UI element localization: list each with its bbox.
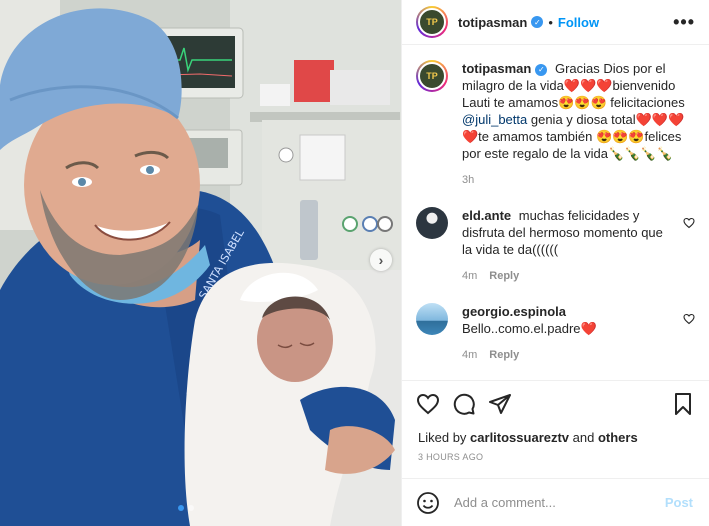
avatar-image: TP [418,62,446,90]
caption-meta: 3h [462,172,695,189]
emoji-icon[interactable] [416,491,440,515]
carousel-dot [188,505,194,511]
commenter-avatar[interactable] [416,303,448,335]
liked-by-user-link[interactable]: carlitossuareztv [470,430,569,445]
comment-time[interactable]: 4m [462,347,477,364]
caption-avatar[interactable]: TP [416,60,448,92]
post-actions-bar [402,380,709,426]
likes-prefix: Liked by [418,430,471,445]
post-timestamp[interactable]: 3 HOURS AGO [418,452,483,462]
avatar[interactable]: TP [416,6,448,38]
post-comment-button[interactable]: Post [665,495,693,510]
liked-by-others-link[interactable]: others [598,430,638,445]
caption-username[interactable]: totipasman [462,61,531,76]
comment-username[interactable]: eld.ante [462,208,511,223]
carousel-dot-active [178,505,184,511]
likes-and: and [569,430,598,445]
next-photo-button[interactable]: › [370,249,392,271]
comment-input[interactable] [454,495,665,510]
reply-button[interactable]: Reply [489,268,519,285]
comment-meta: 4m Reply [462,347,673,364]
comment-username[interactable]: georgio.espinola [462,304,566,319]
caption: TP totipasman ✓ Gracias Dios por el milag… [416,60,695,189]
header-separator: • [548,14,553,30]
next-arrow-icon: › [378,252,384,268]
comment-item: eld.ante muchas felicidades y disfruta d… [416,207,695,285]
comment-item: georgio.espinola Bello..como.el.padre❤️ … [416,303,695,364]
comment-icon[interactable] [452,392,476,416]
carousel-indicator [178,505,194,511]
comments-list[interactable]: TP totipasman ✓ Gracias Dios por el milag… [402,46,709,378]
commenter-avatar[interactable] [416,207,448,239]
caption-time[interactable]: 3h [462,172,474,189]
likes-summary: Liked by carlitossuareztv and others [418,430,638,445]
like-comment-heart-icon[interactable] [683,217,695,229]
verified-icon: ✓ [531,16,544,28]
comment-meta: 4m Reply [462,268,673,285]
avatar-image: TP [418,8,446,36]
heart-icon[interactable] [416,392,440,416]
share-icon[interactable] [488,392,512,416]
post-header: TP totipasman ✓ • Follow ••• [402,0,709,45]
follow-button[interactable]: Follow [558,15,599,30]
reply-button[interactable]: Reply [489,347,519,364]
comment-text: Bello..como.el.padre❤️ [462,321,597,336]
author-username[interactable]: totipasman [458,15,527,30]
comment-time[interactable]: 4m [462,268,477,285]
bookmark-icon[interactable] [671,392,695,416]
like-comment-heart-icon[interactable] [683,313,695,325]
verified-icon: ✓ [535,63,548,76]
caption-mention-link[interactable]: @juli_betta [462,112,527,127]
add-comment-bar: Post [402,478,709,526]
hospital-photo-illustration: SANTA ISABEL Esperanza [0,0,401,526]
post-details-panel: TP totipasman ✓ • Follow ••• TP totipasm… [401,0,709,526]
post-photo[interactable]: SANTA ISABEL Esperanza › [0,0,401,526]
more-options-icon[interactable]: ••• [673,12,695,33]
